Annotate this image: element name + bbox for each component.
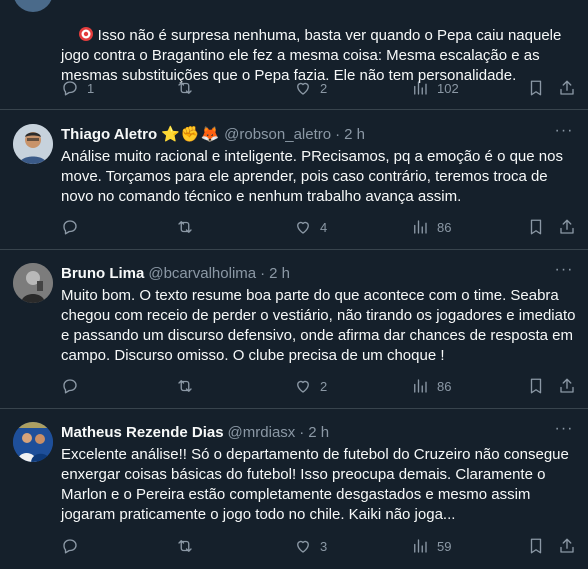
- tweet[interactable]: Isso não é surpresa nenhuma, basta ver q…: [0, 0, 588, 110]
- tweet-text: Análise muito racional e inteligente. PR…: [61, 148, 568, 205]
- bookmark-button[interactable]: [527, 537, 545, 555]
- reply-button[interactable]: [61, 537, 87, 555]
- tweet-header: Bruno Lima @bcarvalholima · 2 h: [61, 263, 290, 283]
- author-name[interactable]: Matheus Rezende Dias: [61, 424, 224, 441]
- author-handle[interactable]: @mrdiasx: [228, 424, 296, 441]
- view-count: 59: [437, 538, 452, 554]
- author-emojis: ⭐✊🦊: [161, 126, 221, 143]
- retweet-icon: [178, 540, 192, 552]
- like-button[interactable]: 4: [294, 218, 327, 236]
- retweet-button[interactable]: [176, 537, 202, 555]
- share-icon: [560, 538, 574, 553]
- like-count: 2: [320, 80, 328, 96]
- tweet-header: Matheus Rezende Dias @mrdiasx · 2 h: [61, 422, 329, 442]
- timestamp[interactable]: 2 h: [308, 424, 329, 441]
- bookmark-button[interactable]: [527, 79, 545, 97]
- bookmark-icon: [530, 219, 542, 235]
- separator-dot: ·: [260, 264, 266, 282]
- avatar[interactable]: [13, 124, 53, 164]
- reply-icon: [63, 81, 77, 96]
- tweet[interactable]: Bruno Lima @bcarvalholima · 2 h ··· Muit…: [0, 250, 588, 409]
- views-icon: [414, 220, 427, 234]
- reply-button[interactable]: [61, 218, 87, 236]
- reply-icon: [63, 379, 77, 394]
- views-button[interactable]: 102: [411, 79, 459, 97]
- share-button[interactable]: [558, 537, 576, 555]
- tweet[interactable]: Thiago Aletro ⭐✊🦊 @robson_aletro · 2 h ·…: [0, 110, 588, 250]
- views-button[interactable]: 86: [411, 377, 451, 395]
- bookmark-icon: [530, 378, 542, 394]
- avatar[interactable]: [13, 0, 53, 12]
- retweet-button[interactable]: [176, 79, 202, 97]
- reply-icon: [63, 539, 77, 554]
- retweet-icon: [178, 221, 192, 233]
- view-count: 102: [437, 80, 459, 96]
- bookmark-button[interactable]: [527, 377, 545, 395]
- separator-dot: ·: [335, 125, 341, 143]
- avatar[interactable]: [13, 263, 53, 303]
- like-button[interactable]: 2: [294, 377, 327, 395]
- view-count: 86: [437, 219, 452, 235]
- like-count: 3: [320, 538, 328, 554]
- share-icon: [560, 80, 574, 95]
- tweet-text: Muito bom. O texto resume boa parte do q…: [61, 287, 580, 364]
- more-options-button[interactable]: ···: [554, 421, 574, 442]
- bookmark-button[interactable]: [527, 218, 545, 236]
- reply-button[interactable]: [61, 377, 87, 395]
- author-name[interactable]: Bruno Lima: [61, 265, 144, 282]
- tweet-text-content: Isso não é surpresa nenhuma, basta ver q…: [61, 27, 566, 84]
- like-count: 2: [320, 378, 328, 394]
- avatar-photo: [13, 422, 53, 462]
- views-button[interactable]: 59: [411, 537, 451, 555]
- share-icon: [560, 378, 574, 393]
- tweet-actions: 1 2 102: [61, 79, 580, 99]
- share-button[interactable]: [558, 377, 576, 395]
- views-icon: [414, 539, 427, 553]
- retweet-icon: [178, 82, 192, 94]
- more-options-button[interactable]: ···: [554, 123, 574, 144]
- avatar-photo: [13, 263, 53, 303]
- reply-button[interactable]: 1: [61, 79, 94, 97]
- timestamp[interactable]: 2 h: [269, 265, 290, 282]
- views-icon: [414, 379, 427, 393]
- view-count: 86: [437, 378, 452, 394]
- author-handle[interactable]: @bcarvalholima: [148, 265, 256, 282]
- tweet-actions: 2 86: [61, 377, 580, 397]
- timestamp[interactable]: 2 h: [344, 126, 365, 143]
- like-icon: [297, 380, 309, 393]
- bookmark-icon: [530, 80, 542, 96]
- tweet-text: Excelente análise!! Só o departamento de…: [61, 446, 574, 523]
- target-emoji-icon: [78, 27, 93, 41]
- retweet-button[interactable]: [176, 377, 202, 395]
- retweet-button[interactable]: [176, 218, 202, 236]
- like-button[interactable]: 3: [294, 537, 327, 555]
- views-button[interactable]: 86: [411, 218, 451, 236]
- avatar[interactable]: [13, 422, 53, 462]
- tweet-header: Thiago Aletro ⭐✊🦊 @robson_aletro · 2 h: [61, 124, 365, 144]
- like-count: 4: [320, 219, 328, 235]
- like-icon: [297, 540, 309, 553]
- tweet[interactable]: Matheus Rezende Dias @mrdiasx · 2 h ··· …: [0, 409, 588, 569]
- like-button[interactable]: 2: [294, 79, 327, 97]
- retweet-icon: [178, 380, 192, 392]
- like-icon: [297, 221, 309, 234]
- separator-dot: ·: [299, 423, 305, 441]
- tweet-actions: 4 86: [61, 218, 580, 238]
- avatar-photo: [13, 124, 53, 164]
- like-icon: [297, 82, 309, 95]
- tweet-actions: 3 59: [61, 537, 580, 557]
- views-icon: [414, 81, 427, 95]
- bookmark-icon: [530, 538, 542, 554]
- reply-icon: [63, 220, 77, 235]
- more-options-button[interactable]: ···: [554, 262, 574, 283]
- share-button[interactable]: [558, 218, 576, 236]
- share-button[interactable]: [558, 79, 576, 97]
- share-icon: [560, 219, 574, 234]
- author-name[interactable]: Thiago Aletro: [61, 126, 157, 143]
- author-handle[interactable]: @robson_aletro: [224, 126, 331, 143]
- reply-count: 1: [87, 80, 95, 96]
